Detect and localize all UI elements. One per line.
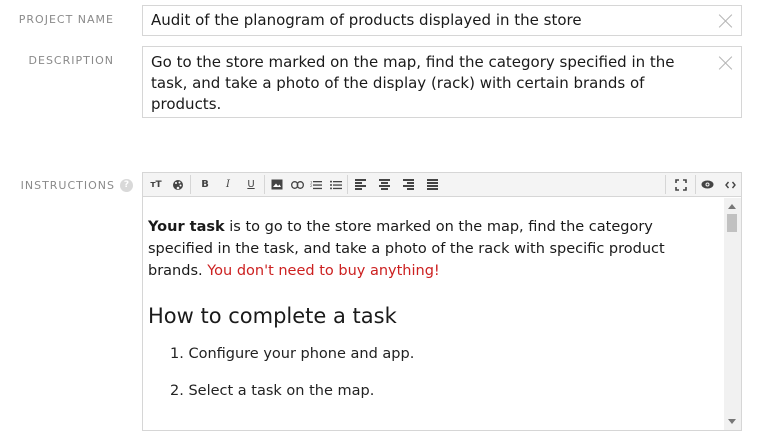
steps-list: 1. Configure your phone and app. 2. Sele… [148,344,716,401]
list-item: 2. Select a task on the map. [170,383,375,399]
editor-scrollbar[interactable] [724,198,741,430]
description-value: Go to the store marked on the map, find … [151,53,675,113]
svg-text:2: 2 [310,184,312,188]
project-name-value: Audit of the planogram of products displ… [151,11,582,29]
bold-icon[interactable]: B [195,173,215,196]
help-icon[interactable]: ? [120,179,133,192]
intro-bold: Your task [148,219,225,235]
preview-eye-icon[interactable] [697,173,717,196]
clear-icon[interactable] [719,56,733,70]
description-label: DESCRIPTION [28,54,114,67]
text-size-icon[interactable]: ᴛT [146,173,166,196]
image-icon[interactable] [267,173,287,196]
scroll-up-icon[interactable] [728,204,736,209]
align-center-icon[interactable] [374,173,394,196]
instructions-editor[interactable]: ᴛT B I U 12 Your task is to go to the st… [142,172,742,431]
instructions-label: INSTRUCTIONS [20,179,115,192]
project-name-input[interactable]: Audit of the planogram of products displ… [142,5,742,36]
list-item: 1. Configure your phone and app. [170,346,415,362]
project-name-label: PROJECT NAME [18,13,114,26]
scroll-thumb[interactable] [727,214,737,232]
align-left-icon[interactable] [350,173,370,196]
scroll-down-icon[interactable] [728,419,736,424]
editor-content[interactable]: Your task is to go to the store marked o… [143,198,724,430]
clear-icon[interactable] [719,14,733,28]
palette-icon[interactable] [168,173,188,196]
intro-paragraph: Your task is to go to the store marked o… [148,216,716,282]
fullscreen-icon[interactable] [671,173,691,196]
bullet-list-icon[interactable] [326,173,346,196]
section-heading: How to complete a task [148,304,397,328]
align-right-icon[interactable] [398,173,418,196]
underline-icon[interactable]: U [241,173,261,196]
intro-warning: You don't need to buy anything! [207,263,440,279]
ordered-list-icon[interactable]: 12 [306,173,326,196]
editor-toolbar: ᴛT B I U 12 [143,173,741,197]
align-justify-icon[interactable] [422,173,442,196]
code-view-icon[interactable] [720,173,740,196]
description-textarea[interactable]: Go to the store marked on the map, find … [142,46,742,118]
link-icon[interactable] [287,173,307,196]
italic-icon[interactable]: I [218,173,238,196]
